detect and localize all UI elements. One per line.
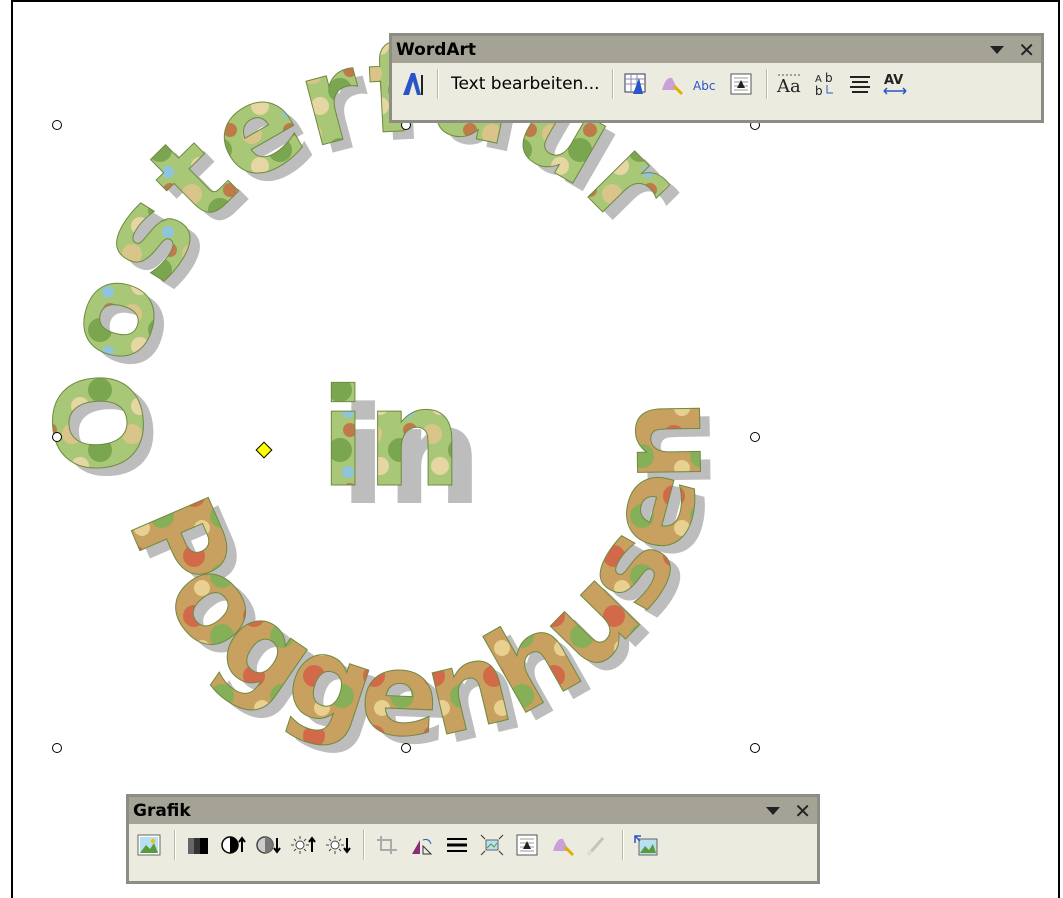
more-contrast-button[interactable] [217, 828, 249, 862]
wordart-shape-button[interactable]: Abc [690, 67, 722, 101]
compress-pictures-icon [480, 834, 504, 856]
toolbar-separator [765, 69, 768, 99]
grafik-toolbar-title: Grafik [133, 800, 191, 821]
more-brightness-icon [291, 836, 316, 854]
character-spacing-button[interactable]: AV [879, 67, 911, 101]
vertical-text-button[interactable]: Abb [809, 67, 841, 101]
line-style-icon [447, 838, 467, 852]
text-wrapping-button[interactable] [725, 67, 757, 101]
svg-text:Abc: Abc [693, 79, 715, 93]
format-picture-button[interactable] [546, 828, 578, 862]
insert-picture-button[interactable] [133, 828, 165, 862]
wordart-gallery-button[interactable] [620, 67, 652, 101]
toolbar-options-dropdown-icon[interactable] [990, 45, 1005, 54]
toolbar-separator [611, 69, 614, 99]
resize-handle-top-left[interactable] [52, 120, 62, 130]
alignment-icon [849, 76, 870, 93]
less-brightness-button[interactable] [322, 828, 354, 862]
same-letter-heights-icon: Aa [776, 74, 802, 96]
svg-text:Aa: Aa [776, 76, 801, 96]
wordart-toolbar-title: WordArt [396, 39, 477, 60]
wordart-inner-text: in [320, 360, 462, 517]
wordart-object[interactable]: Oosterfüür in Poggenhusen! Oosterfüür in… [0, 0, 1063, 898]
format-picture-icon [553, 838, 575, 857]
grafik-toolbar: Grafik ✕ [126, 794, 820, 884]
same-letter-heights-button[interactable]: Aa [774, 67, 806, 101]
resize-handle-bottom-center[interactable] [401, 743, 411, 753]
reset-picture-icon [634, 835, 658, 856]
svg-text:b: b [825, 71, 833, 85]
text-wrapping-icon [516, 834, 538, 856]
rotate-left-button[interactable] [406, 828, 438, 862]
toolbar-separator [622, 830, 624, 860]
character-spacing-icon: AV [883, 73, 907, 95]
more-brightness-button[interactable] [287, 828, 319, 862]
resize-handle-bottom-left[interactable] [52, 743, 62, 753]
wordart-graphic[interactable]: Oosterfüür in Poggenhusen! Oosterfüür in… [0, 0, 1063, 898]
text-wrapping-button[interactable] [511, 828, 543, 862]
wordart-toolbar-titlebar[interactable]: WordArt ✕ [392, 36, 1041, 63]
grafik-toolbar-titlebar[interactable]: Grafik ✕ [129, 797, 817, 824]
compress-pictures-button[interactable] [476, 828, 508, 862]
set-transparent-color-icon [586, 837, 605, 856]
toolbar-separator [437, 69, 439, 99]
format-wordart-icon [661, 77, 683, 96]
wordart-shape-icon: Abc [693, 79, 715, 93]
close-icon[interactable]: ✕ [1018, 40, 1035, 60]
crop-button[interactable] [371, 828, 403, 862]
line-style-button[interactable] [441, 828, 473, 862]
less-brightness-icon [326, 836, 351, 854]
svg-text:AV: AV [884, 73, 903, 88]
alignment-button[interactable] [844, 67, 876, 101]
wordart-toolbar: WordArt ✕ Text bearbeiten... Abc Aa Abb [389, 33, 1044, 123]
toolbar-separator [174, 830, 176, 860]
resize-handle-bottom-right[interactable] [750, 743, 760, 753]
insert-wordart-button[interactable] [396, 67, 428, 101]
vertical-text-icon: Abb [815, 71, 833, 97]
resize-handle-middle-left[interactable] [52, 432, 62, 442]
toolbar-options-dropdown-icon[interactable] [766, 806, 781, 815]
wordart-gallery-icon [624, 73, 646, 94]
insert-wordart-icon [403, 73, 423, 95]
text-wrapping-icon [730, 73, 752, 95]
rotate-left-icon [412, 839, 433, 855]
edit-text-button[interactable]: Text bearbeiten... [445, 67, 606, 101]
resize-handle-middle-right[interactable] [750, 432, 760, 442]
set-transparent-color-button[interactable] [581, 828, 613, 862]
insert-picture-icon [137, 834, 161, 856]
less-contrast-icon [256, 836, 281, 854]
more-contrast-icon [221, 836, 246, 854]
crop-icon [377, 836, 397, 854]
color-icon [188, 838, 208, 854]
svg-text:b: b [815, 84, 823, 97]
reset-picture-button[interactable] [630, 828, 662, 862]
format-wordart-button[interactable] [655, 67, 687, 101]
close-icon[interactable]: ✕ [794, 801, 811, 821]
toolbar-separator [363, 830, 365, 860]
less-contrast-button[interactable] [252, 828, 284, 862]
color-button[interactable] [182, 828, 214, 862]
